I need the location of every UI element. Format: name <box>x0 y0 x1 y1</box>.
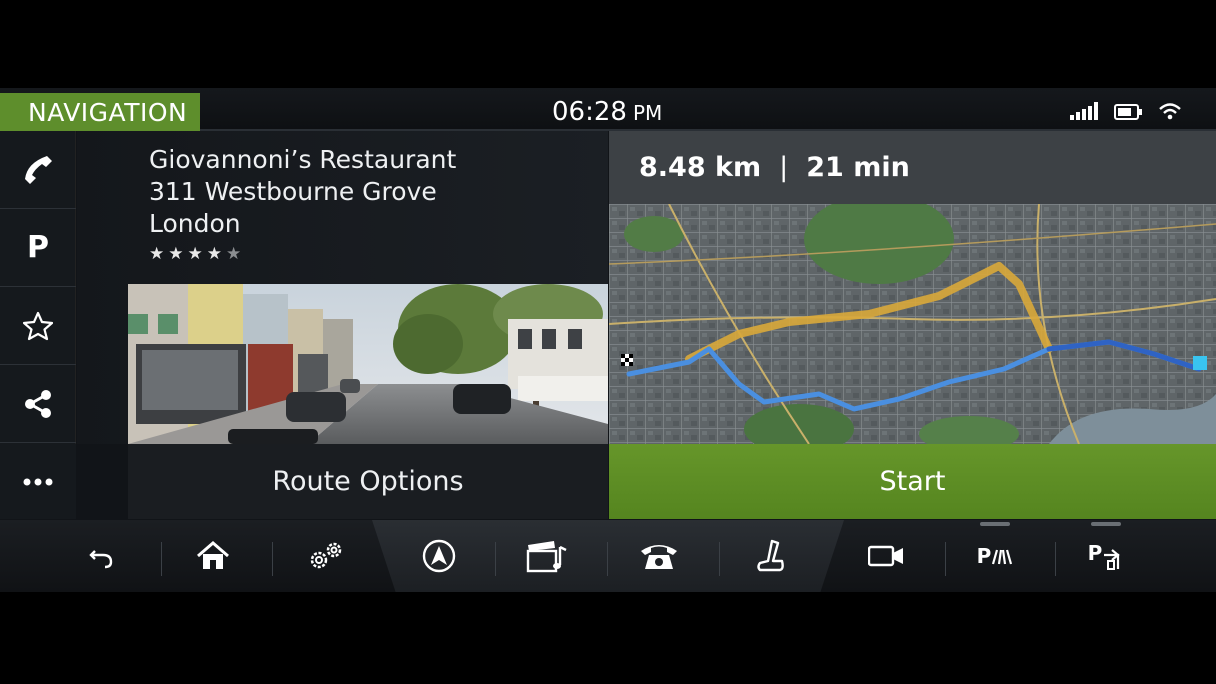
star-outline-icon <box>23 311 53 341</box>
back-icon <box>89 543 115 569</box>
route-summary: 8.48 km | 21 min <box>609 131 1216 204</box>
navigation-button[interactable] <box>389 520 489 592</box>
park-assist-label: P <box>1087 541 1103 565</box>
seat-button[interactable] <box>720 520 820 592</box>
seat-icon <box>754 539 786 573</box>
destination-flag-icon <box>621 354 633 366</box>
park-assist-icon: P <box>1088 541 1125 571</box>
destination-street: 311 Westbourne Grove <box>149 177 437 206</box>
star-empty-icon: ★ <box>226 244 242 264</box>
signal-icon <box>1070 102 1098 120</box>
wifi-icon <box>1158 102 1182 120</box>
park-assist-button[interactable]: P <box>1056 520 1156 592</box>
media-icon <box>526 539 568 573</box>
star-filled-icon: ★ <box>187 244 203 264</box>
star-filled-icon: ★ <box>149 244 165 264</box>
parking-aid-label: P <box>976 544 992 568</box>
home-button[interactable] <box>163 520 263 592</box>
clock: 06:28 PM <box>552 97 662 127</box>
camera-button[interactable] <box>836 520 936 592</box>
more-icon <box>23 478 53 486</box>
battery-icon <box>1114 104 1142 120</box>
route-map[interactable] <box>609 204 1216 444</box>
home-icon <box>196 541 230 571</box>
vehicle-position-icon <box>1193 356 1207 370</box>
navigation-icon <box>422 539 456 573</box>
share-button[interactable] <box>0 365 76 443</box>
star-filled-icon: ★ <box>168 244 184 264</box>
parking-icon: P <box>27 230 49 265</box>
route-separator: | <box>779 152 789 183</box>
back-button[interactable] <box>52 520 152 592</box>
route-options-button[interactable]: Route Options <box>128 444 608 519</box>
destination-name: Giovannoni’s Restaurant <box>149 145 457 174</box>
phone-icon <box>639 541 679 571</box>
parking-button[interactable]: P <box>0 209 76 287</box>
phone-button[interactable] <box>609 520 709 592</box>
clock-ampm: PM <box>632 101 663 125</box>
more-button[interactable] <box>0 444 76 519</box>
status-bar: NAVIGATION 06:28 PM <box>0 88 1216 131</box>
settings-button[interactable] <box>276 520 376 592</box>
share-icon <box>23 389 53 419</box>
star-filled-icon: ★ <box>206 244 222 264</box>
favourite-button[interactable] <box>0 287 76 365</box>
parking-aid-button[interactable]: P <box>945 520 1045 592</box>
route-duration: 21 min <box>806 152 910 183</box>
call-button[interactable] <box>0 131 76 209</box>
clock-time: 06:28 <box>552 97 627 127</box>
bottom-dock: P P <box>0 520 1216 592</box>
section-title: NAVIGATION <box>0 93 200 131</box>
rating-stars: ★ ★ ★ ★ ★ <box>149 244 241 264</box>
infotainment-screen: NAVIGATION 06:28 PM P Giovannoni’s Resta… <box>0 88 1216 592</box>
destination-address: Giovannoni’s Restaurant 311 Westbourne G… <box>149 144 456 240</box>
parking-aid-icon: P <box>977 544 1014 568</box>
destination-city: London <box>149 209 241 238</box>
camera-icon <box>868 545 904 567</box>
phone-icon <box>21 153 55 187</box>
status-icons <box>1070 102 1182 120</box>
media-button[interactable] <box>497 520 597 592</box>
route-distance: 8.48 km <box>639 152 762 183</box>
street-view-photo <box>128 284 608 444</box>
settings-icon <box>308 541 344 571</box>
start-button[interactable]: Start <box>609 444 1216 519</box>
